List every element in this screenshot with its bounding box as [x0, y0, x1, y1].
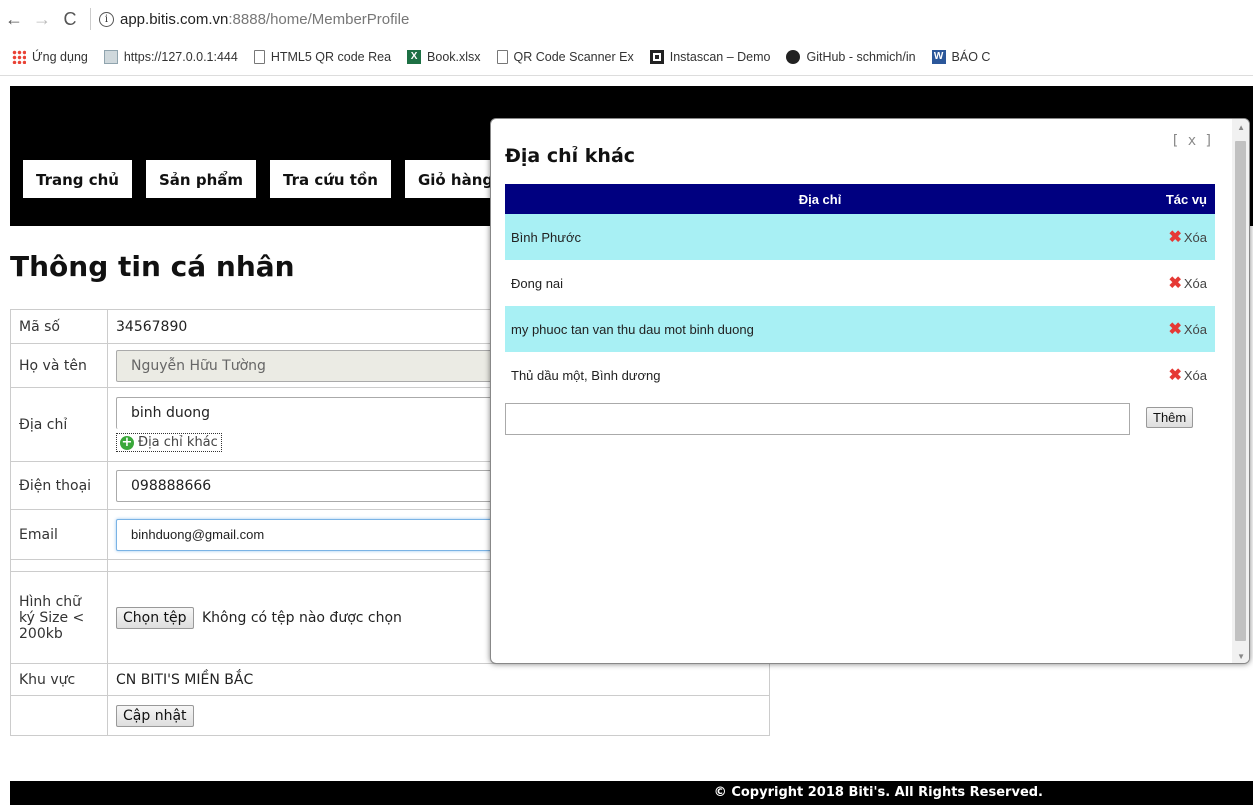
- bookmark-book-xlsx[interactable]: X Book.xlsx: [407, 49, 481, 64]
- reload-icon[interactable]: C: [56, 9, 84, 30]
- bookmark-apps[interactable]: Ứng dụng: [12, 49, 88, 64]
- apps-grid-icon: [12, 49, 26, 64]
- delete-x-icon: ✖: [1168, 229, 1182, 246]
- menu-item-home[interactable]: Trang chủ: [22, 159, 133, 199]
- back-arrow-icon[interactable]: ←: [0, 9, 28, 30]
- delete-button[interactable]: ✖ Xóa: [1168, 229, 1207, 246]
- label-dia-chi: Địa chỉ: [10, 387, 108, 462]
- address-cell: my phuoc tan van thu dau mot binh duong: [505, 306, 1135, 352]
- scroll-down-icon[interactable]: ▼: [1237, 652, 1245, 661]
- bookmark-instascan[interactable]: Instascan – Demo: [649, 49, 770, 64]
- address-cell: Bình Phước: [505, 214, 1135, 260]
- forward-arrow-icon[interactable]: →: [28, 9, 56, 30]
- bookmark-bao-cao[interactable]: W BÁO C: [931, 49, 990, 64]
- delete-x-icon: ✖: [1168, 321, 1182, 338]
- label-email: Email: [10, 509, 108, 560]
- delete-button[interactable]: ✖ Xóa: [1168, 275, 1207, 292]
- bookmark-qr-scanner[interactable]: QR Code Scanner Ex: [496, 49, 634, 64]
- table-row: my phuoc tan van thu dau mot binh duong …: [505, 306, 1215, 352]
- url-field[interactable]: app.bitis.com.vn:8888/home/MemberProfile: [120, 11, 409, 28]
- new-address-input[interactable]: [505, 403, 1130, 435]
- label-dien-thoai: Điện thoại: [10, 461, 108, 510]
- bookmark-github[interactable]: GitHub - schmich/in: [786, 49, 916, 64]
- page-title: Thông tin cá nhân: [10, 250, 295, 283]
- main-menu: Trang chủ Sản phẩm Tra cứu tồn Giỏ hàng: [22, 159, 519, 199]
- address-cell: Đong nai: [511, 275, 564, 291]
- update-button[interactable]: Cập nhật: [116, 704, 194, 727]
- plus-icon: +: [120, 434, 134, 450]
- value-khu-vuc: CN BITI'S MIỀN BẮC: [107, 663, 770, 696]
- page-icon: [496, 49, 508, 64]
- label-ho-ten: Họ và tên: [10, 343, 108, 388]
- info-icon[interactable]: i: [99, 11, 114, 27]
- delete-x-icon: ✖: [1168, 367, 1182, 384]
- table-row: Bình Phước ✖ Xóa: [505, 214, 1215, 260]
- modal-scrollbar[interactable]: ▲ ▼: [1232, 119, 1249, 663]
- scroll-up-icon[interactable]: ▲: [1237, 123, 1245, 132]
- label-ma-so: Mã số: [10, 309, 108, 344]
- image-icon: [103, 49, 118, 64]
- address-table: Địa chỉ Tác vụ Bình Phước ✖ Xóa Đong nai …: [505, 184, 1215, 398]
- footer-copyright: © Copyright 2018 Biti's. All Rights Rese…: [10, 781, 1253, 805]
- menu-item-products[interactable]: Sản phẩm: [145, 159, 257, 199]
- square-icon: [649, 49, 664, 64]
- choose-file-button[interactable]: Chọn tệp: [116, 606, 194, 629]
- label-signature: Hình chữ ký Size < 200kb: [10, 571, 108, 664]
- address-cell: Thủ dầu một, Bình dương: [511, 367, 661, 383]
- col-header-address: Địa chỉ: [505, 184, 1135, 214]
- menu-item-stock-lookup[interactable]: Tra cứu tồn: [269, 159, 392, 199]
- github-icon: [786, 49, 801, 64]
- delete-x-icon: ✖: [1168, 275, 1182, 292]
- bookmark-localhost[interactable]: https://127.0.0.1:444: [103, 49, 238, 64]
- word-icon: W: [931, 49, 946, 64]
- excel-icon: X: [407, 49, 422, 64]
- other-address-link[interactable]: + Địa chỉ khác: [116, 433, 222, 452]
- browser-address-bar: ← → C i app.bitis.com.vn:8888/home/Membe…: [0, 0, 1253, 38]
- modal-close-button[interactable]: [ x ]: [1171, 133, 1213, 149]
- bookmark-html5-qr[interactable]: HTML5 QR code Rea: [253, 49, 391, 64]
- page-icon: [253, 49, 265, 64]
- modal-title: Địa chỉ khác: [505, 145, 636, 167]
- scroll-thumb[interactable]: [1235, 141, 1246, 641]
- delete-button[interactable]: ✖ Xóa: [1168, 321, 1207, 338]
- add-address-button[interactable]: Thêm: [1146, 407, 1194, 428]
- table-row: Đong nai ✖ Xóa: [505, 260, 1215, 306]
- delete-button[interactable]: ✖ Xóa: [1168, 367, 1207, 384]
- bookmarks-bar: Ứng dụng https://127.0.0.1:444 HTML5 QR …: [0, 38, 1253, 76]
- table-row: Thủ dầu một, Bình dương ✖ Xóa: [505, 352, 1215, 398]
- file-status: Không có tệp nào được chọn: [201, 609, 402, 626]
- col-header-action: Tác vụ: [1135, 184, 1215, 214]
- other-address-modal: Địa chỉ khác [ x ] Địa chỉ Tác vụ Bình P…: [490, 118, 1250, 664]
- label-khu-vuc: Khu vực: [10, 663, 108, 696]
